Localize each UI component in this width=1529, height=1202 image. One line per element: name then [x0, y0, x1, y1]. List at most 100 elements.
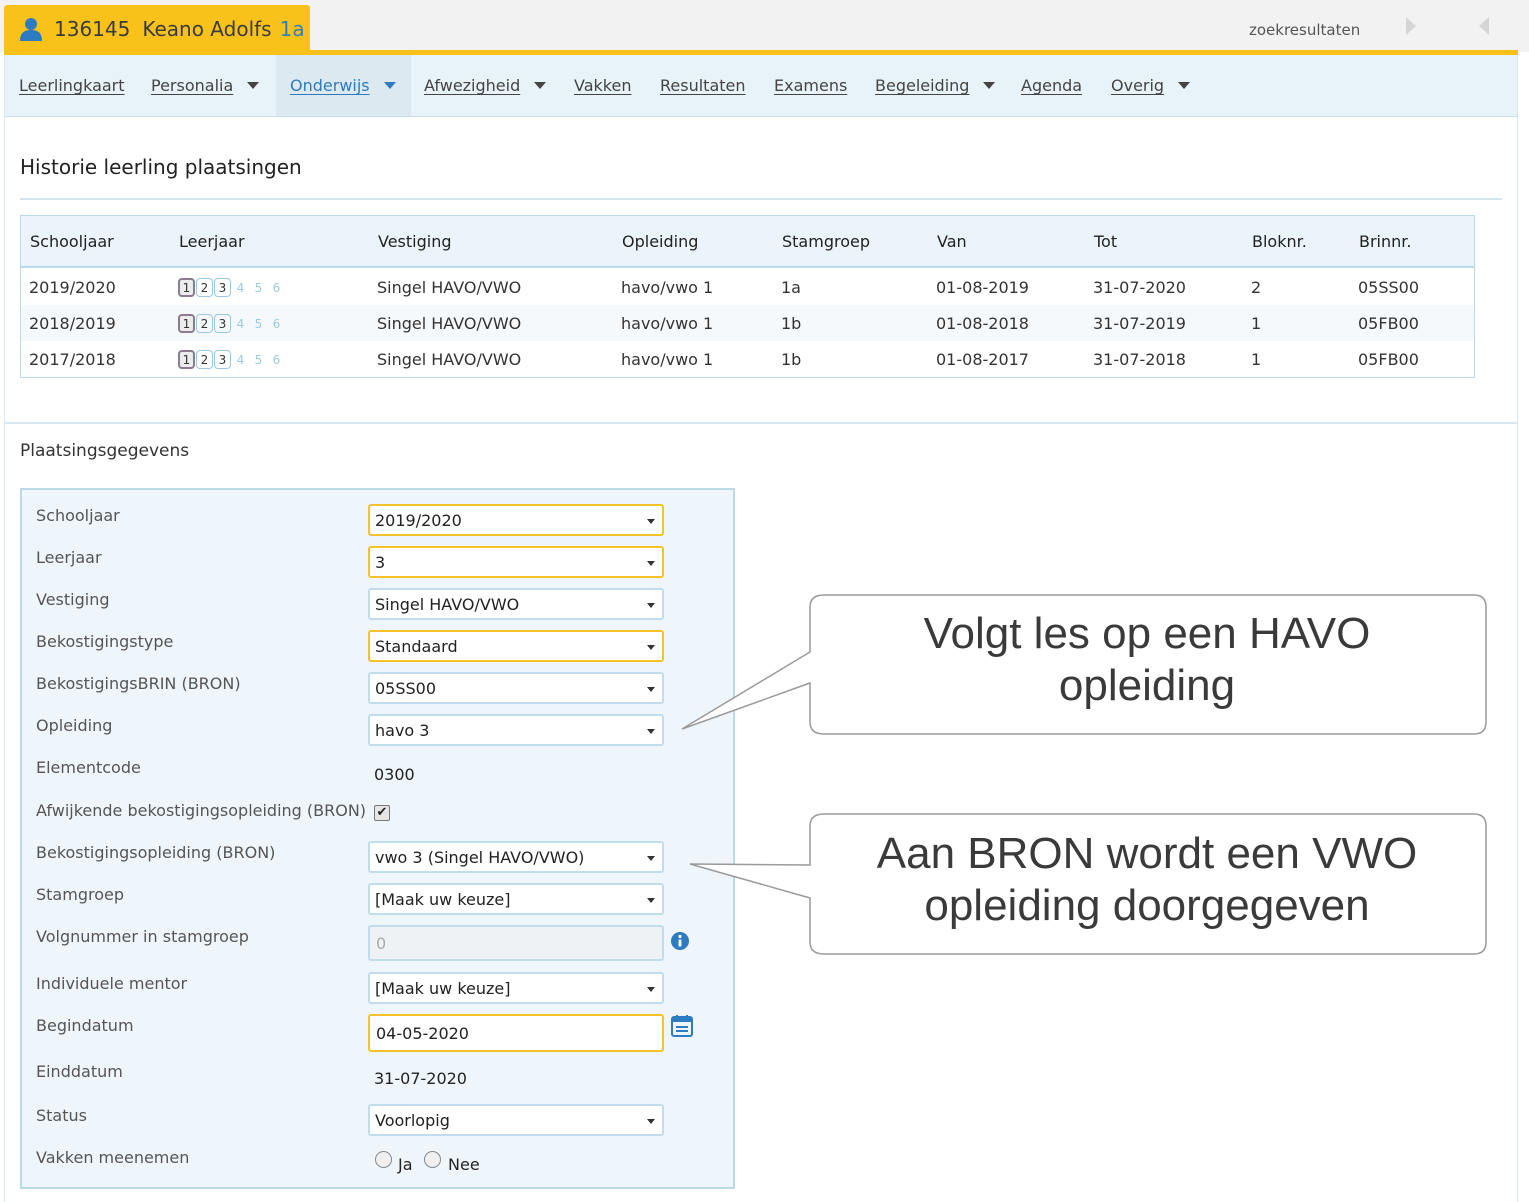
- leerjaar-step: 1: [178, 278, 195, 297]
- menu-overig[interactable]: Overig: [1097, 55, 1204, 116]
- opleiding-select[interactable]: havo 3: [368, 714, 664, 746]
- cell-schooljaar: 2019/2020: [29, 278, 116, 297]
- dropdown-arrow-icon: [647, 729, 655, 734]
- menu-afwezigheid[interactable]: Afwezigheid: [410, 55, 560, 116]
- cell-vestiging: Singel HAVO/VWO: [377, 350, 522, 369]
- menu-begeleiding[interactable]: Begeleiding: [861, 55, 1009, 116]
- bekostigingsopleiding-select[interactable]: vwo 3 (Singel HAVO/VWO): [368, 841, 664, 873]
- cell-opleiding: havo/vwo 1: [621, 314, 714, 333]
- column-header[interactable]: Stamgroep: [782, 232, 870, 251]
- divider: [20, 198, 1502, 200]
- leerjaar-step: 5: [254, 316, 263, 331]
- student-tab[interactable]: 136145 Keano Adolfs 1a: [4, 5, 310, 53]
- vakken-ja-label[interactable]: Ja: [398, 1155, 413, 1174]
- menu-resultaten[interactable]: Resultaten: [646, 55, 760, 116]
- table-row[interactable]: 2019/2020 1 2 3 4 5 6 Singel HAVO/VWO ha…: [21, 269, 1474, 305]
- cell-stamgroep: 1b: [781, 314, 802, 333]
- vakken-nee-label[interactable]: Nee: [448, 1155, 480, 1174]
- column-header[interactable]: Brinnr.: [1359, 232, 1411, 251]
- bekostigingstype-select[interactable]: Standaard: [368, 630, 664, 662]
- cell-brinnr: 05FB00: [1358, 350, 1419, 369]
- student-class: 1a: [279, 17, 305, 41]
- leerjaar-indicator: 1 2 3 4 5 6: [178, 350, 286, 369]
- leerjaar-step: 4: [236, 352, 245, 367]
- cell-tot: 31-07-2018: [1093, 350, 1186, 369]
- afwijkende-checkbox[interactable]: ✔: [374, 805, 390, 821]
- table-row[interactable]: 2017/2018 1 2 3 4 5 6 Singel HAVO/VWO ha…: [21, 341, 1474, 377]
- column-header[interactable]: Bloknr.: [1252, 232, 1307, 251]
- chevron-down-icon: [1178, 82, 1191, 89]
- schooljaar-select[interactable]: 2019/2020: [368, 504, 664, 536]
- menu-onderwijs[interactable]: Onderwijs: [276, 55, 411, 116]
- leerjaar-step: 6: [272, 316, 281, 331]
- cell-tot: 31-07-2020: [1093, 278, 1186, 297]
- history-table: Schooljaar Leerjaar Vestiging Opleiding …: [20, 215, 1475, 378]
- mentor-select[interactable]: [Maak uw keuze]: [368, 972, 664, 1004]
- column-header[interactable]: Schooljaar: [30, 232, 114, 251]
- menu-agenda[interactable]: Agenda: [1007, 55, 1096, 116]
- form-title: Plaatsingsgegevens: [20, 441, 190, 461]
- dropdown-arrow-icon: [647, 645, 655, 650]
- chevron-down-icon: [247, 82, 260, 89]
- vakken-ja-radio[interactable]: [375, 1151, 392, 1168]
- cell-bloknr: 1: [1251, 350, 1262, 369]
- chevron-down-icon: [983, 82, 996, 89]
- leerjaar-step: 5: [254, 280, 263, 295]
- begindatum-input[interactable]: 04-05-2020: [368, 1014, 664, 1052]
- label-einddatum: Einddatum: [36, 1062, 123, 1081]
- menu-examens[interactable]: Examens: [760, 55, 861, 116]
- leerjaar-step: 5: [254, 352, 263, 367]
- vakken-nee-radio[interactable]: [424, 1151, 441, 1168]
- user-icon: [20, 18, 42, 41]
- callout-vwo-line1: Aan BRON wordt een VWO: [876, 829, 1418, 878]
- table-row[interactable]: 2018/2019 1 2 3 4 5 6 Singel HAVO/VWO ha…: [21, 305, 1474, 341]
- menu-leerlingkaart[interactable]: Leerlingkaart: [5, 55, 139, 116]
- label-schooljaar: Schooljaar: [36, 506, 120, 525]
- label-bekostigingstype: Bekostigingstype: [36, 632, 174, 651]
- vestiging-select[interactable]: Singel HAVO/VWO: [368, 588, 664, 620]
- leerjaar-step: 3: [214, 278, 231, 297]
- elementcode-value: 0300: [374, 765, 415, 784]
- column-header[interactable]: Vestiging: [378, 232, 452, 251]
- cell-van: 01-08-2019: [936, 278, 1029, 297]
- search-results-link[interactable]: zoekresultaten: [1249, 21, 1360, 39]
- label-status: Status: [36, 1106, 87, 1125]
- dropdown-arrow-icon: [647, 603, 655, 608]
- cell-brinnr: 05FB00: [1358, 314, 1419, 333]
- label-begindatum: Begindatum: [36, 1016, 134, 1035]
- cell-opleiding: havo/vwo 1: [621, 350, 714, 369]
- volgnummer-input: 0: [368, 925, 664, 961]
- chevron-down-icon: [534, 82, 547, 89]
- history-title: Historie leerling plaatsingen: [20, 155, 302, 179]
- label-afwijkende: Afwijkende bekostigingsopleiding (BRON): [36, 801, 367, 820]
- label-stamgroep: Stamgroep: [36, 885, 124, 904]
- bekostigingsbrin-select[interactable]: 05SS00: [368, 672, 664, 704]
- cell-van: 01-08-2017: [936, 350, 1029, 369]
- cell-brinnr: 05SS00: [1358, 278, 1420, 297]
- dropdown-arrow-icon: [647, 987, 655, 992]
- label-bekostigingsopleiding: Bekostigingsopleiding (BRON): [36, 843, 276, 862]
- menu-personalia[interactable]: Personalia: [137, 55, 273, 116]
- label-volgnummer: Volgnummer in stamgroep: [36, 927, 249, 946]
- column-header[interactable]: Tot: [1094, 232, 1117, 251]
- stamgroep-select[interactable]: [Maak uw keuze]: [368, 883, 664, 915]
- menu-vakken[interactable]: Vakken: [560, 55, 645, 116]
- calendar-icon[interactable]: [670, 1014, 694, 1038]
- leerjaar-step: 1: [178, 350, 195, 369]
- column-header[interactable]: Leerjaar: [179, 232, 245, 251]
- label-elementcode: Elementcode: [36, 758, 141, 777]
- dropdown-arrow-icon: [647, 687, 655, 692]
- column-header[interactable]: Opleiding: [622, 232, 698, 251]
- leerjaar-step: 2: [196, 350, 213, 369]
- einddatum-value: 31-07-2020: [374, 1069, 467, 1088]
- previous-result-icon[interactable]: [1478, 16, 1490, 36]
- student-number: 136145: [54, 17, 131, 41]
- next-result-icon[interactable]: [1405, 16, 1417, 36]
- leerjaar-step: 6: [272, 352, 281, 367]
- column-header[interactable]: Van: [937, 232, 967, 251]
- status-select[interactable]: Voorlopig: [368, 1104, 664, 1136]
- callout-vwo-line2: opleiding doorgegeven: [924, 881, 1370, 930]
- leerjaar-indicator: 1 2 3 4 5 6: [178, 314, 286, 333]
- leerjaar-select[interactable]: 3: [368, 546, 664, 578]
- dropdown-arrow-icon: [647, 519, 655, 524]
